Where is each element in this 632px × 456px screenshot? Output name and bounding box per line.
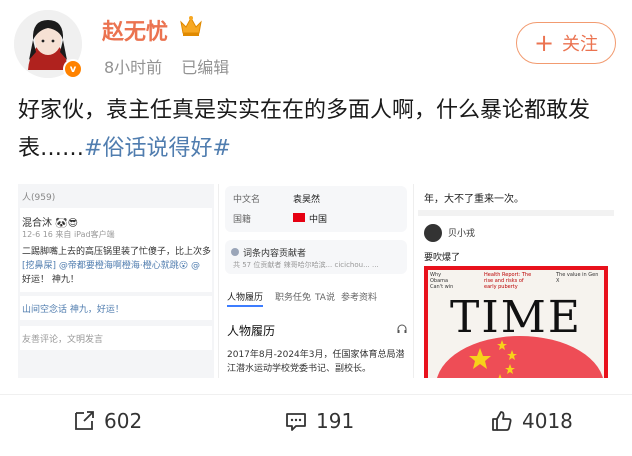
tab-references[interactable]: 参考资料 — [341, 290, 377, 303]
tab-appointments[interactable]: 职务任免 — [275, 290, 311, 303]
section-title: 人物履历 — [227, 324, 276, 338]
nation-label: 国籍 — [233, 215, 252, 225]
post-header: v 赵无忧 8小时前 已编辑 + 关注 — [0, 0, 632, 88]
tab-career[interactable]: 人物履历 — [227, 290, 264, 307]
repost-icon — [75, 411, 94, 430]
section-text: 2017年8月-2024年3月，任国家体育总局潜江潜水运动学校党委书记、副校长。 — [227, 350, 405, 374]
divider — [418, 210, 614, 216]
follow-button[interactable]: + 关注 — [516, 22, 616, 64]
action-bar: 602 191 4018 — [0, 394, 632, 456]
contributors-sub: 共 57 位贡献者 辣哥哈尔哈滨... cicichou... ... — [233, 261, 379, 269]
contributors-label: 词条内容贡献者 — [243, 249, 307, 259]
post-images: 人(959) 混合沐 🐼😎 12-6 16 来自 iPad客户端 二踢脚嘴上去的… — [18, 184, 614, 378]
verified-badge-icon: v — [63, 59, 83, 79]
tab-ta-said[interactable]: TA说 — [315, 290, 335, 303]
name-value: 袁昊然 — [293, 195, 321, 205]
repost-count: 602 — [104, 409, 143, 433]
cover-small-1: Why Obama Can't win — [430, 272, 454, 290]
like-button[interactable]: 4018 — [490, 409, 573, 433]
topic-link[interactable]: #俗话说得好# — [84, 136, 231, 161]
username[interactable]: 赵无忧 — [102, 14, 168, 46]
headphones-icon[interactable] — [397, 324, 407, 334]
cover-small-3: The value in Gen X — [556, 272, 599, 284]
comment-line-3: 好运！ 神九！ — [22, 275, 79, 285]
repost-button[interactable]: 602 — [72, 409, 142, 433]
nation-value: 中国 — [309, 215, 328, 225]
contributors-icon — [231, 248, 239, 256]
post-image-1[interactable]: 人(959) 混合沐 🐼😎 12-6 16 来自 iPad客户端 二踢脚嘴上去的… — [18, 184, 214, 378]
plus-icon: + — [533, 29, 555, 57]
reply-username[interactable]: 贝小戎 — [448, 226, 475, 239]
edited-label: 已编辑 — [181, 58, 230, 77]
cover-small-2: Health Report: The rise and risks of ear… — [484, 272, 532, 290]
follow-label: 关注 — [562, 34, 599, 55]
post-meta: 8小时前 已编辑 — [104, 54, 229, 78]
comment-line-2: [挖鼻屎] @帝都要橙海啊橙海·橙心就跳😮 @ — [22, 261, 200, 271]
comment-button[interactable]: 191 — [284, 409, 354, 433]
post-text: 好家伙，袁主任真是实实在在的多面人啊，什么暴论都敢发表……#俗话说得好# — [18, 92, 618, 168]
vip-crown-icon — [180, 16, 202, 36]
reply-text: 要吹爆了 — [424, 253, 461, 263]
comment-count-header: 人(959) — [22, 193, 56, 203]
thumbs-up-icon — [492, 411, 512, 431]
tongue-flag-illustration — [437, 336, 603, 378]
china-flag-icon — [293, 213, 305, 222]
comment-line-1: 二踢脚嘴上去的高压锅里装了忙傻子，比上次多 — [22, 247, 212, 257]
comment-icon — [286, 413, 306, 431]
comment-count: 191 — [316, 409, 355, 433]
previous-comment-text: 年，大不了重来一次。 — [424, 194, 524, 205]
name-label: 中文名 — [233, 195, 261, 205]
time-magazine-cover: Why Obama Can't win Health Report: The r… — [424, 266, 608, 378]
post-time: 8小时前 — [104, 58, 163, 77]
cover-inner: Why Obama Can't win Health Report: The r… — [428, 270, 604, 378]
post-image-2[interactable]: 中文名 袁昊然 国籍 中国 词条内容贡献者 共 57 位贡献者 辣哥哈尔哈滨..… — [218, 184, 414, 378]
comment-user: 混合沐 🐼😎 — [22, 218, 79, 229]
comment-input-placeholder: 友善评论，文明发言 — [22, 335, 104, 345]
reply-line: 山间空念话 神九，好运！ — [22, 305, 124, 315]
like-count: 4018 — [522, 409, 573, 433]
comment-meta: 12-6 16 来自 iPad客户端 — [22, 230, 115, 239]
reply-avatar[interactable] — [424, 224, 442, 242]
post-image-3[interactable]: 年，大不了重来一次。 贝小戎 要吹爆了 Why Obama Can't win … — [418, 184, 614, 378]
